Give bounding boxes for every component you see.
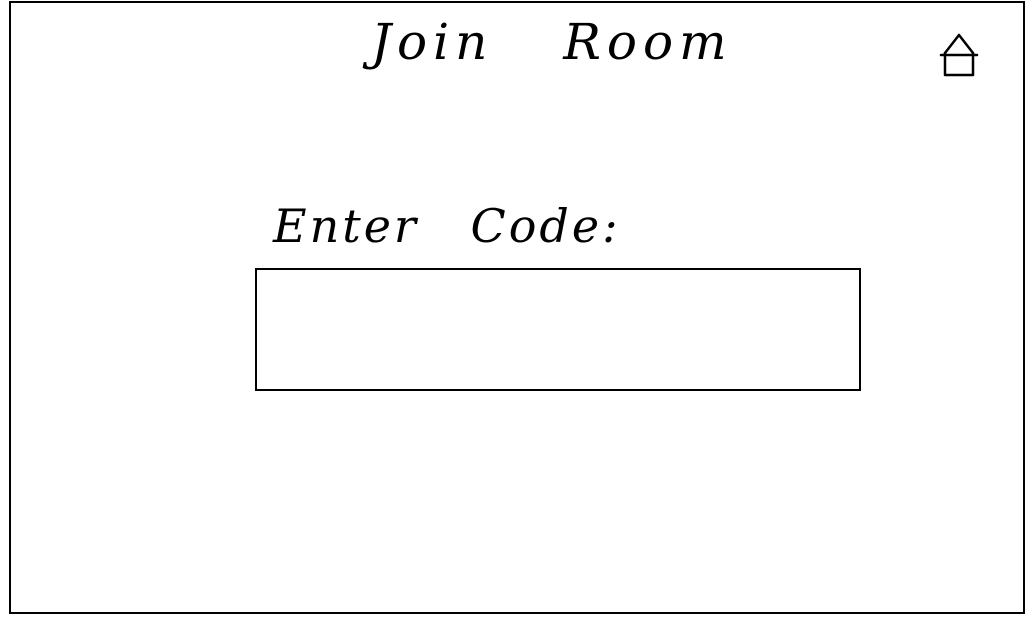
home-button[interactable]: [937, 31, 981, 83]
code-label: Enter Code:: [273, 199, 621, 253]
page-title: Join Room: [371, 13, 733, 71]
screen-frame: Join Room Enter Code:: [9, 1, 1025, 614]
code-input[interactable]: [255, 268, 861, 391]
home-icon: [939, 33, 979, 77]
